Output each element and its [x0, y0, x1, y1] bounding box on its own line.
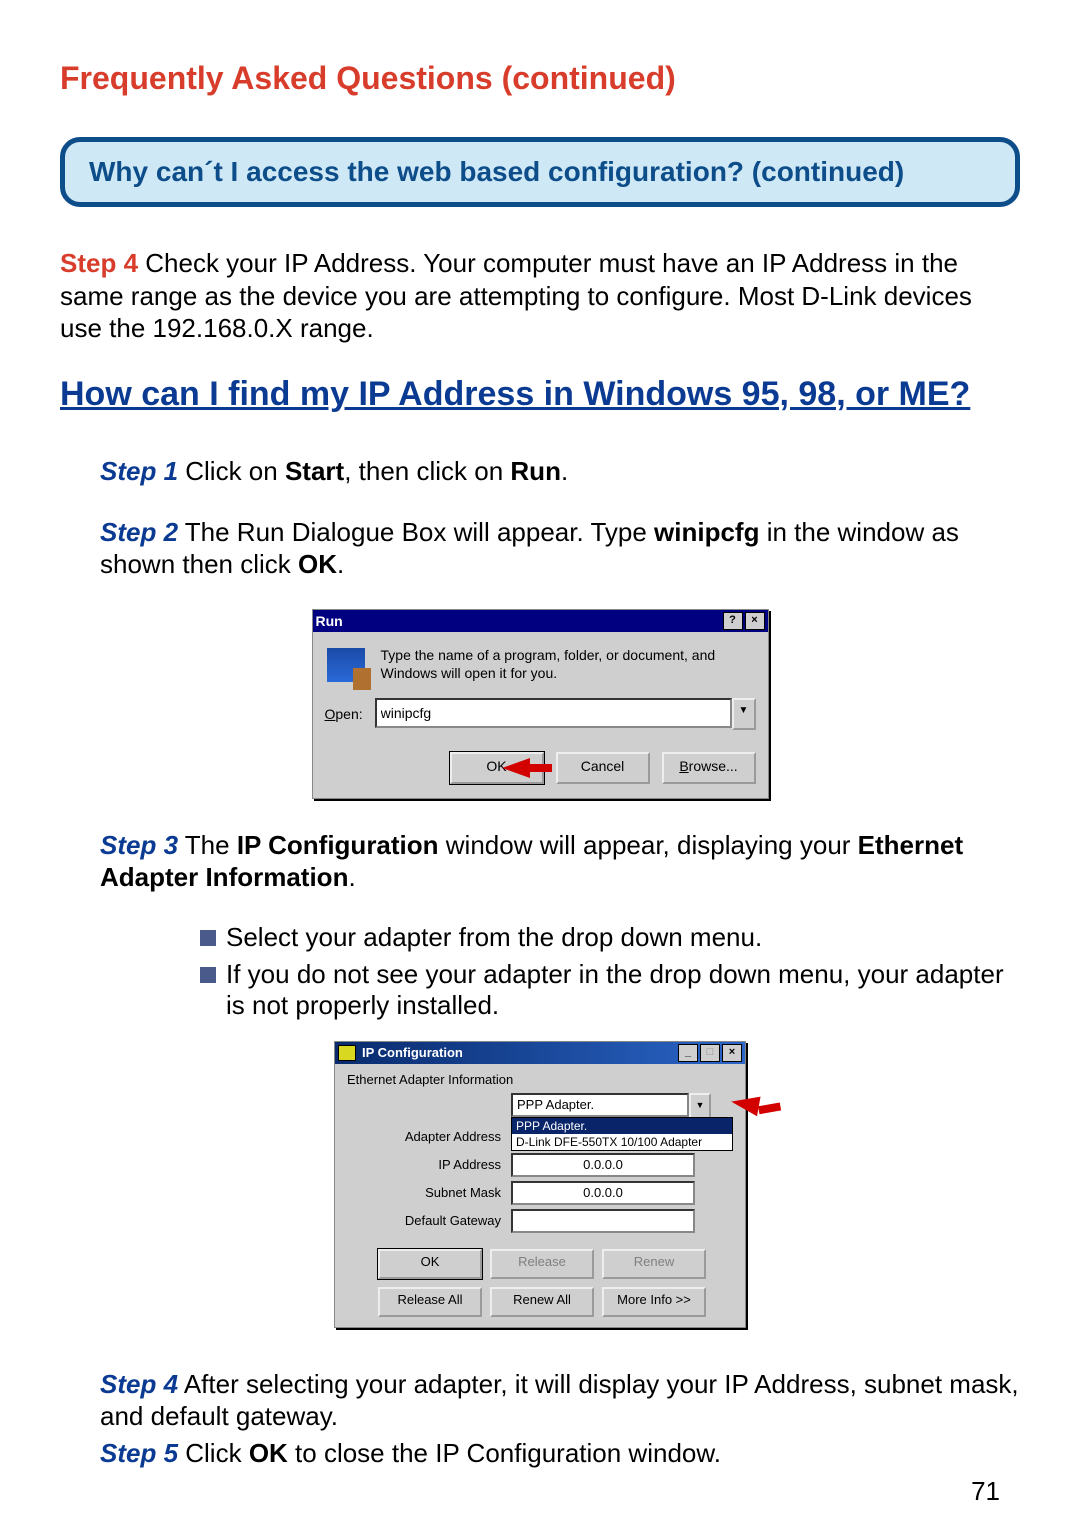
annotation-arrow — [729, 1091, 760, 1116]
ok-button[interactable]: OK — [450, 752, 544, 784]
subnet-mask-value: 0.0.0.0 — [511, 1181, 695, 1205]
step3-line: Step 3 The IP Configuration window will … — [100, 829, 1020, 894]
step4b-line: Step 4 After selecting your adapter, it … — [100, 1368, 1020, 1433]
bullet-text: Select your adapter from the drop down m… — [226, 922, 762, 953]
step4-label: Step 4 — [60, 248, 138, 278]
annotation-arrow — [502, 758, 530, 778]
open-dropdown-button[interactable]: ▼ — [732, 698, 756, 730]
maximize-button: □ — [700, 1044, 720, 1062]
step1-label: Step 1 — [100, 456, 178, 486]
help-button[interactable]: ? — [723, 612, 743, 630]
release-all-button[interactable]: Release All — [378, 1287, 482, 1317]
group-label: Ethernet Adapter Information — [347, 1072, 739, 1087]
ip-address-label: IP Address — [341, 1157, 511, 1172]
ipconfig-titlebar: IP Configuration _ □ × — [335, 1042, 745, 1064]
adapter-selected: PPP Adapter. — [511, 1093, 689, 1117]
ipconfig-title: IP Configuration — [362, 1045, 463, 1060]
renew-all-button[interactable]: Renew All — [490, 1287, 594, 1317]
step3-label: Step 3 — [100, 830, 178, 860]
bullet-text: If you do not see your adapter in the dr… — [226, 959, 1020, 1021]
adapter-option[interactable]: PPP Adapter. — [512, 1118, 732, 1134]
step4b-text: After selecting your adapter, it will di… — [100, 1369, 1019, 1432]
cancel-button[interactable]: Cancel — [556, 752, 650, 784]
close-button[interactable]: × — [745, 612, 765, 630]
renew-button: Renew — [602, 1249, 706, 1279]
more-info-button[interactable]: More Info >> — [602, 1287, 706, 1317]
close-button[interactable]: × — [722, 1044, 742, 1062]
ok-button[interactable]: OK — [378, 1249, 482, 1279]
run-icon — [325, 646, 367, 684]
run-title: Run — [316, 613, 343, 629]
subsection-heading: How can I find my IP Address in Windows … — [60, 373, 1020, 416]
step1-line: Step 1 Click on Start, then click on Run… — [100, 455, 1020, 488]
step2-label: Step 2 — [100, 517, 178, 547]
adapter-address-label: Adapter Address — [341, 1129, 511, 1144]
ip-address-value: 0.0.0.0 — [511, 1153, 695, 1177]
faq-question-text: Why can´t I access the web based configu… — [89, 156, 991, 188]
run-dialog: Run ? × Type the name of a program, fold… — [312, 609, 769, 799]
app-icon — [338, 1045, 356, 1061]
adapter-dropdown-list: PPP Adapter. D-Link DFE-550TX 10/100 Ada… — [511, 1117, 733, 1151]
open-input[interactable] — [375, 698, 732, 728]
list-item: If you do not see your adapter in the dr… — [200, 959, 1020, 1021]
release-button: Release — [490, 1249, 594, 1279]
open-label: Open: — [325, 706, 363, 722]
list-item: Select your adapter from the drop down m… — [200, 922, 1020, 953]
section-title: Frequently Asked Questions (continued) — [60, 60, 1020, 97]
minimize-button[interactable]: _ — [678, 1044, 698, 1062]
subnet-mask-label: Subnet Mask — [341, 1185, 511, 1200]
default-gateway-label: Default Gateway — [341, 1213, 511, 1228]
intro-step4: Step 4 Check your IP Address. Your compu… — [60, 247, 1020, 345]
run-description: Type the name of a program, folder, or d… — [381, 646, 756, 684]
step5-label: Step 5 — [100, 1438, 178, 1468]
browse-button[interactable]: Browse... — [662, 752, 756, 784]
bullet-list: Select your adapter from the drop down m… — [200, 922, 1020, 1021]
adapter-option[interactable]: D-Link DFE-550TX 10/100 Adapter — [512, 1134, 732, 1150]
faq-question-box: Why can´t I access the web based configu… — [60, 137, 1020, 207]
run-titlebar: Run ? × — [313, 610, 768, 632]
step2-line: Step 2 The Run Dialogue Box will appear.… — [100, 516, 1020, 581]
ipconfig-window: IP Configuration _ □ × Ethernet Adapter … — [334, 1041, 746, 1328]
step4-text: Check your IP Address. Your computer mus… — [60, 248, 972, 343]
default-gateway-value — [511, 1209, 695, 1233]
bullet-icon — [200, 967, 216, 983]
step4b-label: Step 4 — [100, 1369, 178, 1399]
bullet-icon — [200, 930, 216, 946]
page-number: 71 — [971, 1476, 1000, 1507]
adapter-combo[interactable]: PPP Adapter. ▼ PPP Adapter. D-Link DFE-5… — [511, 1093, 711, 1121]
step5-line: Step 5 Click OK to close the IP Configur… — [100, 1437, 1020, 1470]
